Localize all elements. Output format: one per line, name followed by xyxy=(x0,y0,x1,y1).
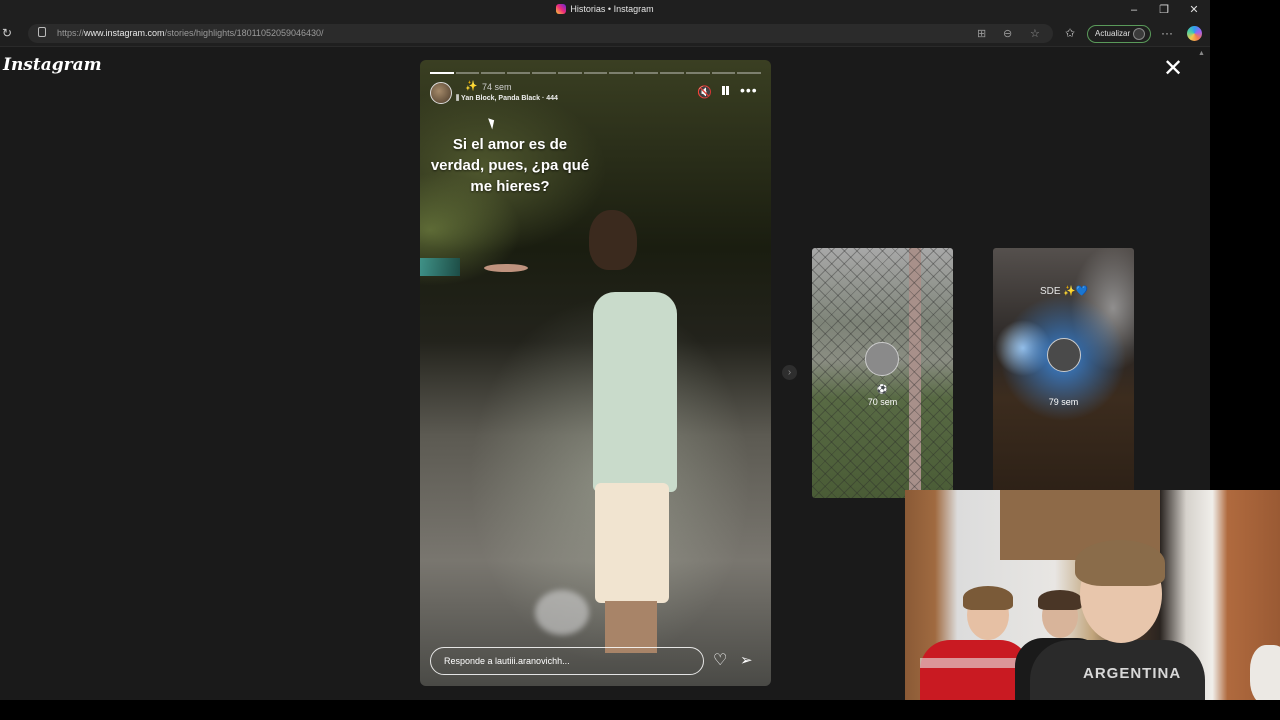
instagram-logo[interactable]: Instagram xyxy=(3,55,102,75)
highlight-thumbnail[interactable]: SDE ✨💙 79 sem xyxy=(993,248,1134,498)
highlight-time-ago: 70 sem xyxy=(867,397,898,407)
browser-titlebar: Historias • Instagram – ❐ ✕ xyxy=(0,0,1210,21)
reader-view-icon[interactable]: ⊞ xyxy=(977,27,986,40)
background-light xyxy=(484,264,528,272)
address-bar[interactable]: https://www.instagram.com/stories/highli… xyxy=(28,24,1053,43)
favorite-star-icon[interactable]: ☆ xyxy=(1030,27,1040,40)
update-button[interactable]: Actualizar xyxy=(1087,25,1151,43)
more-icon[interactable]: ••• xyxy=(740,82,758,98)
menu-more-icon[interactable]: ··· xyxy=(1161,26,1173,40)
close-icon[interactable]: ✕ xyxy=(1163,57,1183,81)
hair xyxy=(1075,540,1165,586)
extensions-icon[interactable]: ⊖ xyxy=(1003,27,1012,40)
person-jersey xyxy=(920,640,1030,700)
highlight-avatar xyxy=(865,342,899,376)
story-time-ago: 74 sem xyxy=(482,82,512,92)
background-light xyxy=(420,258,460,276)
taskbar-edge xyxy=(0,700,1280,720)
story-progress-bar xyxy=(430,72,761,74)
jersey-stripe xyxy=(920,658,1030,668)
chevron-right-icon[interactable]: › xyxy=(782,365,797,380)
story-viewer[interactable]: ✨ 74 sem ⫼ Yan Block, Panda Black · 444 … xyxy=(420,60,771,686)
close-window-icon[interactable]: ✕ xyxy=(1179,2,1209,18)
soccer-ball-icon: ⚽ xyxy=(876,384,889,394)
heart-icon[interactable]: ♡ xyxy=(713,650,727,670)
reply-input[interactable]: Responde a lautiii.aranovichh... xyxy=(430,647,704,675)
send-icon[interactable]: ➢ xyxy=(740,651,753,669)
story-avatar[interactable] xyxy=(430,82,452,104)
tab-title: Historias • Instagram xyxy=(570,4,654,14)
highlight-avatar xyxy=(1047,338,1081,372)
browser-navbar: ↻ https://www.instagram.com/stories/high… xyxy=(0,21,1210,47)
story-photo-subject xyxy=(535,205,693,665)
highlight-time-ago: 79 sem xyxy=(1048,397,1079,407)
reload-icon[interactable]: ↻ xyxy=(2,26,12,40)
restore-icon[interactable]: ❐ xyxy=(1149,2,1179,18)
pause-icon[interactable] xyxy=(720,85,730,97)
url-text[interactable]: https://www.instagram.com/stories/highli… xyxy=(57,28,324,38)
favorites-icon[interactable]: ✩ xyxy=(1065,26,1075,40)
window-title: Historias • Instagram xyxy=(0,4,1210,14)
instagram-favicon-icon xyxy=(556,4,567,14)
update-label: Actualizar xyxy=(1095,29,1131,38)
hair xyxy=(963,586,1013,610)
sparkle-icon: ✨ xyxy=(465,81,478,92)
story-caption: Si el amor es de verdad, pues, ¿pa qué m… xyxy=(430,136,590,195)
copilot-icon[interactable] xyxy=(1187,26,1202,41)
highlight-caption: SDE ✨💙 xyxy=(1040,286,1089,297)
music-title: Yan Block, Panda Black · 444 xyxy=(461,95,558,102)
lock-icon[interactable] xyxy=(38,27,46,37)
highlight-thumbnail[interactable]: ⚽ 70 sem xyxy=(812,248,953,498)
scroll-up-icon[interactable]: ▲ xyxy=(1198,50,1205,57)
shirt-text: ARGENTINA xyxy=(1083,665,1182,682)
minimize-icon[interactable]: – xyxy=(1119,2,1149,18)
story-music[interactable]: ⫼ Yan Block, Panda Black · 444 xyxy=(456,95,558,103)
hair xyxy=(1038,590,1082,610)
person xyxy=(1250,645,1280,700)
muted-speaker-icon[interactable]: 🔇 xyxy=(697,85,712,99)
webcam-overlay: ARGENTINA xyxy=(905,490,1280,700)
profile-icon xyxy=(1133,28,1145,40)
